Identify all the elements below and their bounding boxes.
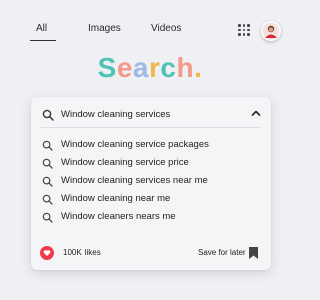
grid-apps-icon[interactable]: [238, 24, 250, 36]
heart-icon: [43, 250, 51, 256]
suggestion-text: Window cleaners nears me: [61, 211, 176, 222]
like-button[interactable]: [40, 246, 54, 260]
logo-letter: a: [132, 52, 149, 83]
suggestion-item[interactable]: Window cleaning near me: [31, 191, 271, 209]
search-icon: [42, 140, 53, 151]
user-avatar-icon: [262, 22, 280, 40]
nav-tabs: All Images Videos: [30, 23, 230, 43]
logo-letter: .: [194, 52, 203, 83]
bookmark-icon[interactable]: [248, 246, 259, 260]
search-icon: [42, 158, 53, 169]
search-card: Window cleaning service packages Window …: [31, 97, 271, 270]
search-logo: Search.: [0, 52, 300, 84]
suggestion-text: Window cleaning near me: [61, 193, 171, 204]
suggestion-text: Window cleaning service price: [61, 157, 189, 168]
save-for-later-button[interactable]: Save for later: [198, 248, 246, 257]
tab-images[interactable]: Images: [88, 23, 121, 34]
suggestion-text: Window cleaning services near me: [61, 175, 208, 186]
search-icon: [42, 212, 53, 223]
logo-letter: h: [176, 52, 195, 83]
logo-letter: S: [97, 52, 117, 83]
search-input[interactable]: [61, 107, 251, 121]
logo-letter: e: [116, 52, 133, 83]
suggestion-item[interactable]: Window cleaning service packages: [31, 137, 271, 155]
chevron-up-icon[interactable]: [251, 109, 261, 117]
search-bar: [31, 97, 271, 127]
card-footer: 100K likes Save for later: [31, 242, 271, 264]
avatar[interactable]: [261, 21, 281, 41]
suggestion-item[interactable]: Window cleaning service price: [31, 155, 271, 173]
likes-label: likes: [84, 248, 101, 257]
suggestion-item[interactable]: Window cleaning services near me: [31, 173, 271, 191]
logo-letter: r: [148, 52, 161, 83]
divider: [41, 127, 261, 128]
search-icon: [42, 176, 53, 187]
suggestion-list: Window cleaning service packages Window …: [31, 137, 271, 227]
active-tab-indicator: [30, 40, 56, 41]
suggestion-text: Window cleaning service packages: [61, 139, 209, 150]
likes-number: 100K: [63, 248, 82, 257]
search-icon: [42, 109, 54, 121]
suggestion-item[interactable]: Window cleaners nears me: [31, 209, 271, 227]
tab-videos[interactable]: Videos: [151, 23, 181, 34]
search-icon: [42, 194, 53, 205]
logo-letter: c: [160, 52, 177, 83]
tab-all[interactable]: All: [36, 23, 47, 34]
likes-count: 100K likes: [63, 248, 101, 257]
